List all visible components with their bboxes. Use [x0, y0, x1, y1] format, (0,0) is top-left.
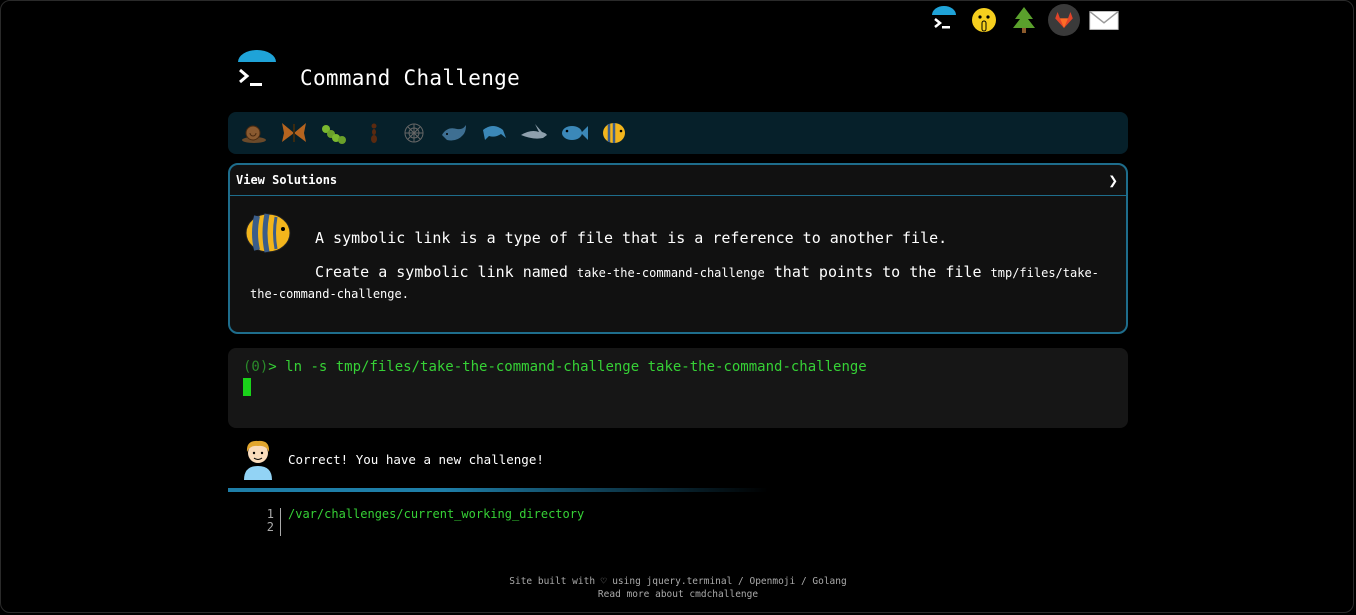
snail-icon[interactable] [234, 117, 274, 149]
butterfly-icon[interactable] [274, 117, 314, 149]
terminal-cursor[interactable] [243, 378, 251, 396]
person-avatar-icon [244, 440, 272, 480]
view-solutions-toggle[interactable]: View Solutions ❯ [230, 165, 1126, 196]
terminal-command-line: (0)> ln -s tmp/files/take-the-command-ch… [243, 359, 867, 375]
whale-icon[interactable] [434, 117, 474, 149]
line-numbers: 1 2 [258, 508, 274, 534]
challenge-description-intro: A symbolic link is a type of file that i… [315, 229, 948, 247]
gutter-separator [280, 508, 281, 536]
caterpillar-icon[interactable] [314, 117, 354, 149]
page-title: Command Challenge [300, 66, 521, 90]
tree-icon[interactable] [1008, 4, 1040, 36]
challenge-panel: View Solutions ❯ A symbolic link is a ty… [228, 163, 1128, 334]
editor-line: /var/challenges/current_working_director… [288, 507, 585, 521]
view-solutions-label: View Solutions [236, 173, 338, 187]
task-text: that points to the file [764, 263, 991, 281]
challenge-description-task: Create a symbolic link named take-the-co… [250, 262, 1110, 304]
chevron-right-icon[interactable]: ❯ [1108, 171, 1118, 190]
footer-credits: Site built with ♡ using jquery.terminal … [509, 576, 847, 587]
gitlab-icon[interactable] [1048, 4, 1080, 36]
level-progress-bar [228, 112, 1128, 154]
dolphin-icon[interactable] [474, 117, 514, 149]
web-icon[interactable] [394, 117, 434, 149]
result-message: Correct! You have a new challenge! [288, 452, 544, 467]
line-number: 2 [266, 520, 274, 534]
fish-icon[interactable] [554, 117, 594, 149]
shark-icon[interactable] [514, 117, 554, 149]
terminal-command: ln -s tmp/files/take-the-command-challen… [285, 359, 867, 375]
shush-face-icon[interactable] [968, 4, 1000, 36]
footer: Site built with ♡ using jquery.terminal … [0, 575, 1356, 601]
footer-read-more-link[interactable]: Read more about cmdchallenge [0, 588, 1356, 601]
envelope-icon[interactable] [1088, 4, 1120, 36]
task-text: . [401, 287, 409, 301]
tropical-fish-icon[interactable] [594, 117, 634, 149]
cmdchallenge-logo-icon[interactable] [928, 4, 960, 36]
divider [228, 488, 768, 492]
prompt-status: (0) [243, 359, 269, 375]
ant-icon[interactable] [354, 117, 394, 149]
top-nav-icons [928, 4, 1120, 36]
site-logo-icon[interactable] [234, 50, 280, 96]
task-code-link-name: take-the-command-challenge [576, 266, 765, 280]
task-text: Create a symbolic link named [315, 263, 577, 281]
terminal[interactable]: (0)> ln -s tmp/files/take-the-command-ch… [228, 348, 1128, 428]
prompt-symbol: > [268, 359, 286, 375]
tropical-fish-icon [245, 213, 291, 253]
